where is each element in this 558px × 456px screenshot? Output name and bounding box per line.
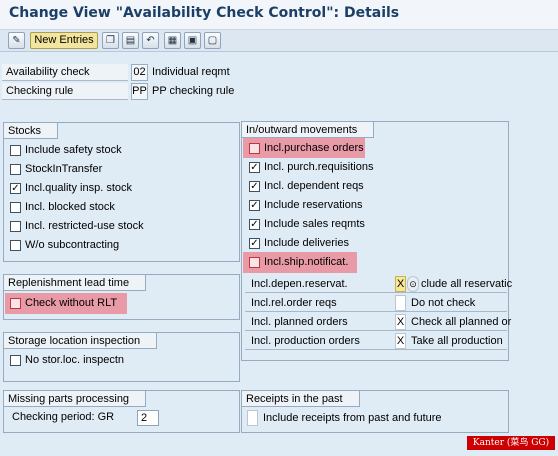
copy-icon[interactable]: ❐ (102, 32, 119, 49)
checkbox[interactable]: ✓ (249, 162, 260, 173)
receipts-past-label: Include receipts from past and future (263, 412, 442, 424)
checkbox-label: Include safety stock (25, 144, 122, 156)
checkbox[interactable] (10, 240, 21, 251)
new-entries-button[interactable]: New Entries (30, 32, 98, 49)
table-row-label: Incl.depen.reservat. (251, 278, 348, 290)
checking-period-label: Checking period: GR (12, 411, 115, 423)
select-all-icon[interactable]: ▦ (164, 32, 181, 49)
table-row-value[interactable] (395, 295, 406, 311)
select-block-icon[interactable]: ▣ (184, 32, 201, 49)
availability-check-label: Availability check (2, 64, 128, 81)
table-row-label: Incl. production orders (251, 335, 360, 347)
table-row: Incl.depen.reservat. X ⊙ clude all reser… (245, 275, 512, 293)
table-row-value[interactable]: X (395, 314, 406, 330)
application-toolbar: ✎ New Entries ❐ ▤ ↶ ▦ ▣ ▢ (0, 30, 558, 52)
checkbox[interactable] (10, 221, 21, 232)
title-bar: Change View "Availability Check Control"… (0, 0, 558, 30)
table-row: Incl.rel.order reqs Do not check (245, 294, 507, 312)
table-row-text: Take all production (411, 335, 503, 347)
checkbox[interactable]: ✓ (249, 200, 260, 211)
undo-icon[interactable]: ↶ (142, 32, 159, 49)
storage-location-group: Storage location inspection No stor.loc.… (3, 332, 240, 382)
page-title: Change View "Availability Check Control"… (9, 5, 400, 21)
table-row: Incl. planned orders X Check all planned… (245, 313, 511, 331)
inoutward-movements-group-title: In/outward movements (241, 121, 375, 138)
table-row-text: Do not check (411, 297, 476, 309)
checkbox-label: Include deliveries (264, 237, 349, 249)
checkbox-label: Include reservations (264, 199, 363, 211)
table-row-text: clude all reservatic (421, 278, 513, 290)
table-row-text: Check all planned or (411, 316, 512, 328)
missing-parts-group-title: Missing parts processing (3, 390, 147, 407)
checkbox-label: Incl. purch.requisitions (264, 161, 374, 173)
replenishment-group-title: Replenishment lead time (3, 274, 147, 291)
availability-check-code[interactable]: 02 (131, 64, 148, 81)
checking-rule-label: Checking rule (2, 83, 128, 100)
table-row-label: Incl. planned orders (251, 316, 348, 328)
availability-check-text: Individual reqmt (152, 66, 230, 78)
replenishment-group: Replenishment lead time Check without RL… (3, 274, 240, 320)
watermark: Kanter (菜鸟 GG) (467, 436, 555, 450)
checkbox[interactable]: ✓ (249, 238, 260, 249)
missing-parts-group: Missing parts processing Checking period… (3, 390, 240, 433)
checkbox[interactable] (249, 257, 260, 268)
inoutward-movements-group: In/outward movements Incl.purchase order… (241, 121, 512, 361)
checkbox-label: StockInTransfer (25, 163, 103, 175)
checkbox[interactable] (10, 145, 21, 156)
checkbox-label: Check without RLT (25, 297, 118, 309)
checkbox-label: Incl. dependent reqs (264, 180, 364, 192)
checkbox-label: W/o subcontracting (25, 239, 120, 251)
checkbox-label: Incl.purchase orders (264, 142, 364, 154)
stocks-group: Stocks Include safety stock StockInTrans… (3, 122, 240, 262)
checkbox[interactable] (10, 202, 21, 213)
checkbox[interactable] (10, 355, 21, 366)
checkbox[interactable] (10, 164, 21, 175)
deselect-icon[interactable]: ▢ (204, 32, 221, 49)
checkbox-label: Incl.quality insp. stock (25, 182, 132, 194)
table-row-label: Incl.rel.order reqs (251, 297, 337, 309)
checkbox[interactable] (249, 143, 260, 154)
checkbox-label: Include sales reqmts (264, 218, 365, 230)
receipts-past-value[interactable] (247, 410, 258, 426)
stocks-group-title: Stocks (3, 122, 59, 139)
checkbox[interactable]: ✓ (249, 181, 260, 192)
value-help-icon[interactable]: ⊙ (407, 276, 419, 292)
checkbox[interactable]: ✓ (249, 219, 260, 230)
checking-period-input[interactable]: 2 (137, 410, 159, 426)
table-row-value[interactable]: X (395, 276, 406, 292)
checkbox-label: Incl.ship.notificat. (264, 256, 349, 268)
checkbox-label: Incl. blocked stock (25, 201, 115, 213)
checkbox[interactable]: ✓ (10, 183, 21, 194)
table-row: Incl. production orders X Take all produ… (245, 332, 507, 350)
receipts-past-group: Receipts in the past Include receipts fr… (241, 390, 509, 433)
table-row-value[interactable]: X (395, 333, 406, 349)
delete-icon[interactable]: ▤ (122, 32, 139, 49)
checkbox[interactable] (10, 298, 21, 309)
checkbox-label: Incl. restricted-use stock (25, 220, 144, 232)
storage-location-group-title: Storage location inspection (3, 332, 158, 349)
edit-pencil-icon[interactable]: ✎ (8, 32, 25, 49)
checking-rule-text: PP checking rule (152, 85, 235, 97)
checking-rule-code[interactable]: PP (131, 83, 148, 100)
checkbox-label: No stor.loc. inspectn (25, 354, 125, 366)
receipts-past-group-title: Receipts in the past (241, 390, 360, 407)
